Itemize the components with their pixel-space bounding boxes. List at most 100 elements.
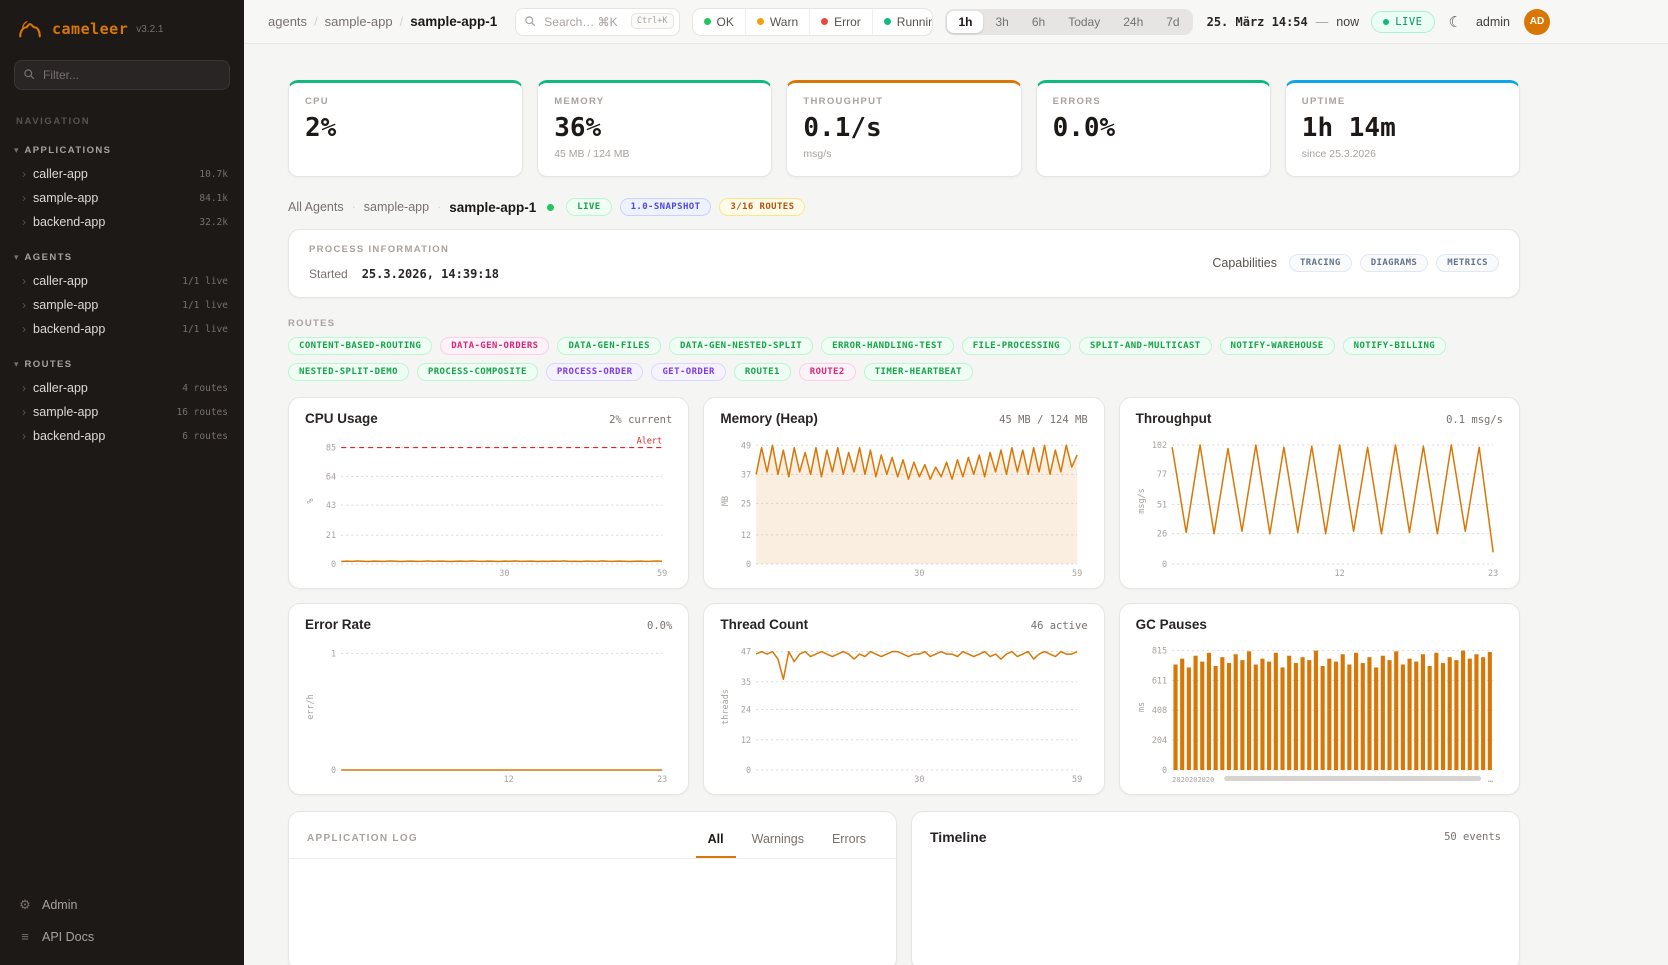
route-chip-process-composite[interactable]: PROCESS-COMPOSITE (417, 363, 538, 381)
route-chip-data-gen-nested-split[interactable]: DATA-GEN-NESTED-SPLIT (669, 337, 813, 355)
agent-breadcrumb-item-all-agents[interactable]: All Agents (288, 200, 344, 214)
time-range-1h[interactable]: 1h (947, 11, 983, 33)
svg-text:12: 12 (741, 531, 751, 541)
sidebar-section-header[interactable]: ▾AGENTS (0, 250, 244, 265)
agent-breadcrumb-item-sample-app[interactable]: sample-app (364, 200, 429, 214)
status-dot-icon (704, 18, 711, 25)
sidebar-item-backend-app[interactable]: ›backend-app6 routes (0, 424, 244, 448)
content: CPU2%MEMORY36%45 MB / 124 MBTHROUGHPUT0.… (244, 44, 1668, 965)
route-chip-data-gen-orders[interactable]: DATA-GEN-ORDERS (440, 337, 549, 355)
route-chip-split-and-multicast[interactable]: SPLIT-AND-MULTICAST (1079, 337, 1212, 355)
kpi-value: 1h 14m (1302, 113, 1503, 143)
chart-plot-gc-pauses: 0204408611815ms2020202020… (1136, 634, 1503, 786)
route-chip-notify-warehouse[interactable]: NOTIFY-WAREHOUSE (1220, 337, 1335, 355)
log-tab-all[interactable]: All (696, 826, 736, 858)
time-range-6h[interactable]: 6h (1021, 11, 1056, 33)
log-tab-warnings[interactable]: Warnings (740, 826, 816, 858)
chevron-right-icon: › (22, 406, 26, 418)
sidebar-item-sample-app[interactable]: ›sample-app84.1k (0, 186, 244, 210)
route-chip-timer-heartbeat[interactable]: TIMER-HEARTBEAT (864, 363, 973, 381)
time-range-24h[interactable]: 24h (1112, 11, 1154, 33)
chevron-right-icon: › (22, 299, 26, 311)
kpi-card-uptime: UPTIME1h 14msince 25.3.2026 (1285, 80, 1520, 177)
avatar[interactable]: AD (1524, 9, 1550, 35)
sidebar-item-name: sample-app (33, 298, 98, 312)
svg-text:64: 64 (326, 472, 336, 482)
svg-text:err/h: err/h (306, 694, 316, 720)
live-status-dot-icon (547, 204, 554, 211)
route-chip-error-handling-test[interactable]: ERROR-HANDLING-TEST (821, 337, 954, 355)
route-chip-nested-split-demo[interactable]: NESTED-SPLIT-DEMO (288, 363, 409, 381)
route-chip-notify-billing[interactable]: NOTIFY-BILLING (1343, 337, 1446, 355)
log-tab-errors[interactable]: Errors (820, 826, 878, 858)
kpi-value: 36% (554, 113, 755, 143)
kpi-label: CPU (305, 96, 506, 107)
timeline-events-count: 50 events (1444, 831, 1501, 843)
live-badge[interactable]: LIVE (1371, 11, 1434, 33)
breadcrumb-item-sample-app-1[interactable]: sample-app-1 (410, 14, 497, 29)
gc-x-scrollbar[interactable] (1224, 776, 1481, 781)
date-range-picker[interactable]: 25. März 14:54 — now (1207, 15, 1360, 29)
route-chip-data-gen-files[interactable]: DATA-GEN-FILES (557, 337, 660, 355)
sidebar-item-backend-app[interactable]: ›backend-app1/1 live (0, 317, 244, 341)
kpi-sub: 45 MB / 124 MB (554, 148, 755, 160)
chart-header: Memory (Heap)45 MB / 124 MB (720, 411, 1087, 426)
svg-text:51: 51 (1157, 501, 1167, 511)
svg-text:59: 59 (657, 569, 667, 579)
svg-text:…: … (1488, 775, 1493, 785)
agent-breadcrumb-item-sample-app-1[interactable]: sample-app-1 (449, 200, 536, 215)
sidebar-item-caller-app[interactable]: ›caller-app1/1 live (0, 269, 244, 293)
chart-plot-error-rate: 01err/h1223 (305, 634, 672, 786)
breadcrumb-item-sample-app[interactable]: sample-app (325, 14, 393, 29)
route-chip-content-based-routing[interactable]: CONTENT-BASED-ROUTING (288, 337, 432, 355)
sidebar-item-caller-app[interactable]: ›caller-app4 routes (0, 376, 244, 400)
status-filter-warn[interactable]: Warn (745, 9, 809, 35)
breadcrumb-item-agents[interactable]: agents (268, 14, 307, 29)
route-chip-file-processing[interactable]: FILE-PROCESSING (962, 337, 1071, 355)
time-range-3h[interactable]: 3h (984, 11, 1019, 33)
sidebar-item-sample-app[interactable]: › sample-app 1/1 live (0, 293, 244, 317)
application-log-title: APPLICATION LOG (307, 833, 418, 858)
sidebar-section-header[interactable]: ▾ROUTES (0, 357, 244, 372)
route-chip-route2[interactable]: ROUTE2 (799, 363, 856, 381)
kpi-sub: msg/s (803, 148, 1004, 160)
chart-meta: 0.1 msg/s (1446, 414, 1503, 426)
sidebar-section-header[interactable]: ▾APPLICATIONS (0, 143, 244, 158)
app-logo[interactable]: cameleer v3.2.1 (0, 0, 244, 50)
status-filter-label: OK (717, 15, 734, 29)
svg-text:0: 0 (746, 560, 751, 570)
sidebar-item-sample-app[interactable]: ›sample-app16 routes (0, 400, 244, 424)
route-chip-route1[interactable]: ROUTE1 (734, 363, 791, 381)
status-filter-ok[interactable]: OK (693, 9, 745, 35)
sidebar-item-name: caller-app (33, 381, 88, 395)
time-range-today[interactable]: Today (1057, 11, 1111, 33)
sidebar-footer-api-docs[interactable]: ≡API Docs (18, 922, 226, 951)
sidebar-item-backend-app[interactable]: ›backend-app32.2k (0, 210, 244, 234)
sidebar-item-caller-app[interactable]: ›caller-app10.7k (0, 162, 244, 186)
chart-title: CPU Usage (305, 411, 378, 426)
svg-text:MB: MB (721, 496, 731, 506)
sidebar-item-meta: 10.7k (199, 169, 228, 180)
theme-toggle-button[interactable]: ☾ (1449, 13, 1462, 31)
svg-text:30: 30 (499, 569, 509, 579)
route-chip-process-order[interactable]: PROCESS-ORDER (546, 363, 644, 381)
sidebar-filter-input[interactable] (14, 60, 230, 90)
time-range-group: 1h3h6hToday24h7d (945, 9, 1192, 35)
sidebar-item-name: backend-app (33, 429, 105, 443)
sidebar-section-label: AGENTS (25, 252, 73, 263)
route-chip-get-order[interactable]: GET-ORDER (651, 363, 725, 381)
svg-text:0: 0 (331, 560, 336, 570)
kpi-value: 0.0% (1053, 113, 1254, 143)
live-label: LIVE (1395, 16, 1422, 28)
sidebar-footer-admin[interactable]: ⚙Admin (18, 890, 226, 920)
time-range-7d[interactable]: 7d (1155, 11, 1190, 33)
svg-text:49: 49 (741, 441, 751, 451)
status-filter-running[interactable]: Running (872, 9, 934, 35)
status-filter-error[interactable]: Error (809, 9, 872, 35)
sidebar-item-meta: 1/1 live (182, 300, 228, 311)
timeline-card: Timeline 50 events (911, 811, 1520, 965)
svg-text:59: 59 (1072, 569, 1082, 579)
svg-text:2020202020: 2020202020 (1172, 776, 1214, 784)
agent-breadcrumb: All Agents·sample-app·sample-app-1 (288, 200, 554, 215)
date-range-start: 25. März 14:54 (1207, 15, 1308, 29)
